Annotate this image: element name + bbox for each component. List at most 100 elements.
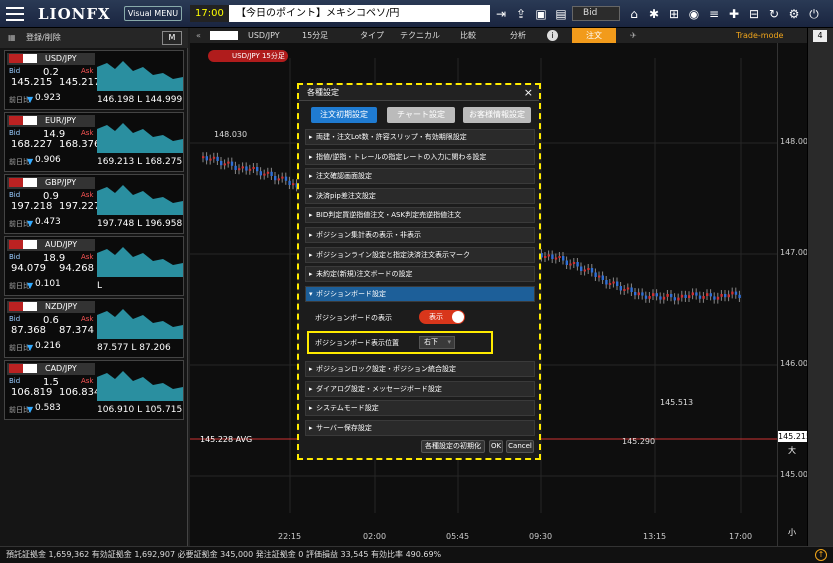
zoom-label[interactable]: 大 bbox=[788, 445, 796, 456]
coin-icon[interactable]: ◉ bbox=[686, 6, 702, 22]
ask-price[interactable]: 168.376 bbox=[59, 139, 100, 150]
tab-order-settings[interactable]: 注文初期設定 bbox=[311, 107, 377, 123]
visual-menu-button[interactable]: Visual MENU bbox=[124, 6, 182, 21]
tab-customer-settings[interactable]: お客様情報設定 bbox=[463, 107, 531, 123]
ask-label: Ask bbox=[81, 129, 94, 137]
ok-button[interactable]: OK bbox=[489, 440, 503, 453]
ask-price[interactable]: 197.227 bbox=[59, 201, 100, 212]
technical-button[interactable]: テクニカル bbox=[400, 28, 440, 43]
candle bbox=[223, 163, 226, 166]
prev-day-change: 0.906 bbox=[35, 155, 61, 165]
layout-icon[interactable]: ⊞ bbox=[666, 6, 682, 22]
high-low: 106.910 L 105.715 bbox=[97, 405, 183, 415]
ask-label: Ask bbox=[81, 253, 94, 261]
layout-count-badge[interactable]: 4 bbox=[813, 30, 827, 42]
ask-price[interactable]: 106.834 bbox=[59, 387, 100, 398]
refresh-icon[interactable]: ↻ bbox=[766, 6, 782, 22]
settings-section[interactable]: 注文確認画面設定 bbox=[305, 168, 535, 185]
bid-price[interactable]: 145.215 bbox=[11, 77, 52, 88]
candle bbox=[641, 292, 644, 296]
ask-price[interactable]: 145.217 bbox=[59, 77, 100, 88]
order-button[interactable]: 注文 bbox=[572, 28, 616, 43]
settings-section[interactable]: システムモード設定 bbox=[305, 400, 535, 417]
timeframe-select[interactable]: 15分足 bbox=[302, 28, 328, 43]
currency-pair-card[interactable]: CAD/JPY Bid 1.5 Ask 106.819 106.834 前日比 … bbox=[4, 360, 184, 420]
tab-chart-settings[interactable]: チャート設定 bbox=[387, 107, 455, 123]
collapse-left-icon[interactable]: « bbox=[196, 28, 201, 43]
star-icon[interactable]: ✚ bbox=[726, 6, 742, 22]
currency-pair-card[interactable]: AUD/JPY Bid 18.9 Ask 94.079 94.268 前日比 ▼… bbox=[4, 236, 184, 296]
settings-section[interactable]: ポジション集計表の表示・非表示 bbox=[305, 227, 535, 243]
reset-settings-button[interactable]: 各種設定の初期化 bbox=[421, 440, 485, 453]
settings-section[interactable]: 決済pip差注文設定 bbox=[305, 187, 535, 204]
bid-price[interactable]: 87.368 bbox=[11, 325, 46, 336]
settings-section[interactable]: ポジションロック設定・ポジション統合設定 bbox=[305, 361, 535, 377]
currency-pair-card[interactable]: GBP/JPY Bid 0.9 Ask 197.218 197.227 前日比 … bbox=[4, 174, 184, 234]
export-icon[interactable]: ⇪ bbox=[513, 6, 529, 22]
register-delete-button[interactable]: 登録/削除 bbox=[26, 33, 61, 42]
candle bbox=[616, 281, 619, 286]
zoom-label[interactable]: 小 bbox=[788, 527, 796, 538]
chart-symbol-select[interactable]: USD/JPY bbox=[248, 28, 280, 43]
settings-section[interactable]: ダイアログ設定・メッセージボード設定 bbox=[305, 380, 535, 397]
candle bbox=[644, 295, 648, 299]
candle bbox=[680, 294, 684, 298]
list-icon[interactable]: ≡ bbox=[706, 6, 722, 22]
rate-select[interactable]: Bid bbox=[572, 6, 620, 21]
high-low: 87.577 L 87.206 bbox=[97, 343, 171, 353]
section-position-board[interactable]: ポジションボード設定 bbox=[305, 286, 535, 302]
close-icon[interactable]: × bbox=[524, 85, 533, 101]
settings-section[interactable]: 両建・注文Lot数・許容スリップ・有効期限設定 bbox=[305, 129, 535, 145]
chart-type-button[interactable]: タイプ bbox=[360, 28, 384, 43]
bid-price[interactable]: 94.079 bbox=[11, 263, 46, 274]
candle bbox=[572, 262, 576, 264]
settings-section[interactable]: BID判定買逆指値注文・ASK判定売逆指値注文 bbox=[305, 207, 535, 224]
home-icon[interactable]: ⌂ bbox=[626, 6, 642, 22]
position-board-location-label: ポジションボード表示位置 bbox=[315, 339, 399, 347]
info-icon[interactable]: i bbox=[547, 30, 558, 41]
candle bbox=[558, 256, 561, 258]
cancel-button[interactable]: Cancel bbox=[506, 440, 534, 453]
candle bbox=[659, 296, 662, 300]
save-icon[interactable]: ▣ bbox=[533, 6, 549, 22]
bid-price[interactable]: 106.819 bbox=[11, 387, 52, 398]
price-scale[interactable]: 148.000 147.000 146.000 145.000 145.215 大小 bbox=[777, 43, 813, 546]
high-low: 146.198 L 144.999 bbox=[97, 95, 183, 105]
compare-button[interactable]: 比較 bbox=[460, 28, 476, 43]
satellite-icon[interactable]: ✈ bbox=[630, 28, 637, 43]
settings-section[interactable]: 指値/逆指・トレールの指定レートの入力に関わる設定 bbox=[305, 148, 535, 165]
pair-flag-icon bbox=[9, 54, 37, 63]
settings-section[interactable]: 未約定(新規)注文ボードの設定 bbox=[305, 266, 535, 283]
position-location-select[interactable]: 右下 ▾ bbox=[419, 336, 455, 349]
grid-icon[interactable]: ⊟ bbox=[746, 6, 762, 22]
ask-label: Ask bbox=[81, 67, 94, 75]
network-icon[interactable]: ✱ bbox=[646, 6, 662, 22]
login-icon[interactable]: ⇥ bbox=[493, 6, 509, 22]
prev-day-change: 0.923 bbox=[35, 93, 61, 103]
settings-section[interactable]: サーバー保存設定 bbox=[305, 419, 535, 436]
power-icon[interactable]: ⏻ bbox=[806, 6, 822, 22]
bid-price[interactable]: 197.218 bbox=[11, 201, 52, 212]
currency-pair-card[interactable]: EUR/JPY Bid 14.9 Ask 168.227 168.376 前日比… bbox=[4, 112, 184, 172]
candle bbox=[544, 256, 547, 258]
menu-icon[interactable] bbox=[6, 7, 24, 21]
currency-pair-card[interactable]: USD/JPY Bid 0.2 Ask 145.215 145.217 前日比 … bbox=[4, 50, 184, 110]
news-ticker[interactable]: 17:00 【今日のポイント】メキシコペソ/円 bbox=[190, 5, 490, 22]
position-board-toggle[interactable]: 表示 bbox=[419, 310, 465, 324]
settings-icon[interactable]: ⚙ bbox=[786, 6, 802, 22]
down-arrow-icon: ▼ bbox=[27, 95, 34, 104]
toggle-knob bbox=[452, 311, 464, 323]
trade-mode-select[interactable]: Trade-mode bbox=[736, 28, 783, 43]
currency-pair-card[interactable]: NZD/JPY Bid 0.6 Ask 87.368 87.374 前日比 ▼ … bbox=[4, 298, 184, 358]
ask-price[interactable]: 94.268 bbox=[59, 263, 94, 274]
settings-section[interactable]: ポジションライン設定と指定決済注文表示マーク bbox=[305, 246, 535, 263]
edit-icon[interactable]: ▦ bbox=[8, 28, 16, 48]
bid-price[interactable]: 168.227 bbox=[11, 139, 52, 150]
candle bbox=[623, 289, 626, 291]
analysis-button[interactable]: 分析 bbox=[510, 28, 526, 43]
m-button[interactable]: M bbox=[162, 31, 182, 45]
candle bbox=[284, 176, 288, 181]
scroll-top-icon[interactable]: ↑ bbox=[815, 549, 827, 561]
document-icon[interactable]: ▤ bbox=[553, 6, 569, 22]
ask-price[interactable]: 87.374 bbox=[59, 325, 94, 336]
